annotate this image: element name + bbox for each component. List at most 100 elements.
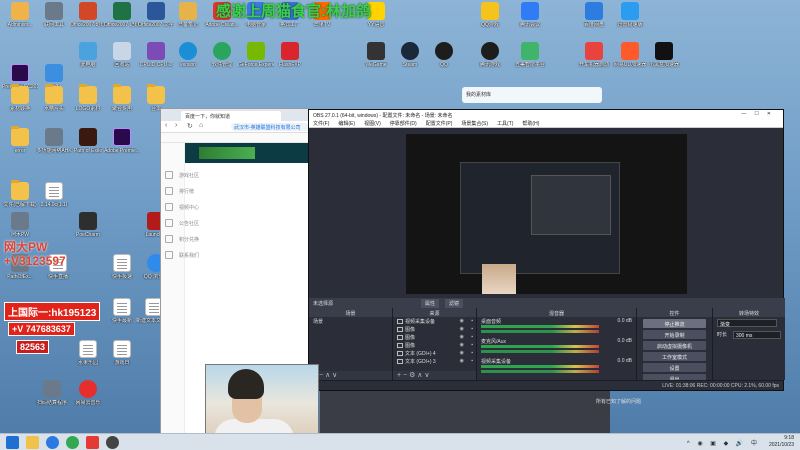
control-button[interactable]: 启动虚拟摄像机 <box>643 341 706 350</box>
site-menu-item[interactable]: 公告社区 <box>161 215 221 231</box>
source-item[interactable]: 文本 (GDI+) 3 ◉ ▪ <box>393 357 476 365</box>
filters-button[interactable]: 滤镜 <box>445 299 464 308</box>
lock-icon[interactable]: ▪ <box>471 326 473 332</box>
desktop-icon[interactable]: Office2007 记灯库 <box>104 2 140 28</box>
floating-toolbar[interactable]: 我的素材库 <box>462 87 602 103</box>
desktop-icon[interactable]: 聚合专用 <box>104 84 140 112</box>
desktop-icon[interactable]: 联网工具 <box>36 2 72 28</box>
obs-menu-item[interactable]: 视图(V) <box>364 121 381 127</box>
source-item[interactable]: 图像 ◉ ▪ <box>393 341 476 349</box>
desktop-icon[interactable]: Steam <box>392 42 428 68</box>
window-controls[interactable]: —☐✕ <box>741 111 779 117</box>
obs-menu-item[interactable]: 停靠部件(D) <box>390 121 417 127</box>
taskbar-obs-icon[interactable] <box>106 436 119 449</box>
desktop-icon[interactable]: 2.14.0c(1.1) <box>36 182 72 208</box>
desktop-icon[interactable]: PoeCharm <box>70 212 106 238</box>
desktop-icon[interactable]: 快手极速 <box>104 254 140 280</box>
desktop-icon[interactable]: 快手最新 <box>104 298 140 324</box>
address-bar[interactable]: 武汉市-英雄联盟科技有限公司 <box>231 123 309 131</box>
desktop-icon[interactable]: Adobe Premie... <box>104 128 140 154</box>
refresh-icon[interactable]: ↻ <box>187 122 193 130</box>
clock[interactable]: 9:18 2021/10/23 <box>769 435 794 449</box>
obs-menu-item[interactable]: 场景集合(S) <box>461 121 488 127</box>
source-item[interactable]: 文本 (GDI+) 4 ◉ ▪ <box>393 349 476 357</box>
desktop-icon[interactable]: QQ <box>426 42 462 68</box>
desktop-icon[interactable]: 网易UU加速器 <box>612 42 648 68</box>
ime-indicator[interactable]: 中 <box>751 441 760 447</box>
desktop-icon[interactable]: 网易云音乐 <box>70 380 106 406</box>
scenes-dock-footer[interactable]: + − ∧ ∨ <box>309 371 392 380</box>
desktop-icon[interactable]: 已备笔记 <box>170 2 206 28</box>
visibility-icon[interactable]: ◉ <box>460 342 464 348</box>
volume-slider[interactable] <box>481 370 599 373</box>
desktop-icon[interactable]: GeForce Experience <box>238 42 274 68</box>
site-menu-item[interactable]: 联系我们 <box>161 247 221 263</box>
site-logo[interactable] <box>199 147 255 159</box>
source-item[interactable]: 图像 ◉ ▪ <box>393 333 476 341</box>
duration-input[interactable]: 300 ms <box>733 331 781 339</box>
desktop-icon[interactable]: CPUID CPU-Z <box>138 42 174 68</box>
desktop-icon[interactable]: 腾讯游戏 <box>472 42 508 68</box>
volume-slider[interactable] <box>481 330 599 333</box>
desktop-icon[interactable]: 游戏日 <box>104 340 140 366</box>
desktop-icon[interactable]: 五美智能平台 <box>512 42 548 68</box>
desktop-icon[interactable]: 回收站 <box>104 42 140 68</box>
desktop-icon[interactable]: Office2007 幻灯片PPT <box>70 2 106 28</box>
system-tray-icons[interactable]: ^ ◉ ▣ ◆ 🔊 中 <box>687 438 760 447</box>
obs-menu-item[interactable]: 文件(F) <box>313 121 329 127</box>
desktop-icon[interactable]: 水精片头 <box>36 84 72 112</box>
browser-tab[interactable]: 百度一下，你就知道 <box>181 111 281 121</box>
desktop-icon[interactable]: 小黑盒加速器 <box>646 42 682 68</box>
back-icon[interactable]: ‹ <box>165 122 167 129</box>
visibility-icon[interactable]: ◉ <box>460 350 464 356</box>
taskbar-browser-icon[interactable] <box>46 436 59 449</box>
obs-window[interactable]: OBS 27.0.1 (64-bit, windows) - 配置文件: 未命名… <box>308 109 785 391</box>
properties-button[interactable]: 属性 <box>421 299 440 308</box>
site-menu-item[interactable]: 视频中心 <box>161 199 221 215</box>
home-icon[interactable]: ⌂ <box>199 122 203 129</box>
desktop-icon[interactable]: 腾讯会议 <box>512 2 548 28</box>
desktop-icon[interactable]: version <box>170 42 206 68</box>
desktop-icon[interactable]: WeGame <box>358 42 394 68</box>
volume-slider[interactable] <box>481 350 599 353</box>
control-button[interactable]: 设置 <box>643 363 706 372</box>
visibility-icon[interactable]: ◉ <box>460 334 464 340</box>
obs-menu-item[interactable]: 工具(T) <box>497 121 513 127</box>
desktop-icon[interactable]: FlashFXP <box>272 42 308 68</box>
lock-icon[interactable]: ▪ <box>471 342 473 348</box>
visibility-icon[interactable]: ◉ <box>460 326 464 332</box>
desktop-icon[interactable]: error <box>2 126 38 154</box>
desktop-icon[interactable]: 阿木PW <box>2 212 38 238</box>
site-menu-item[interactable]: 积分兑换 <box>161 231 221 247</box>
desktop-icon[interactable]: Administr... <box>2 2 38 28</box>
desktop-icon[interactable]: 开车机器启动 <box>576 42 612 68</box>
source-item[interactable]: 视频采集设备 ◉ ▪ <box>393 317 476 325</box>
desktop-icon[interactable]: Office2007 文字 <box>138 2 174 28</box>
lock-icon[interactable]: ▪ <box>471 358 473 364</box>
obs-menu-item[interactable]: 配置文件(P) <box>426 121 453 127</box>
control-button[interactable]: 停止推流 <box>643 319 706 328</box>
control-button[interactable]: 工作室模式 <box>643 352 706 361</box>
lock-icon[interactable]: ▪ <box>471 334 473 340</box>
start-button[interactable] <box>6 436 19 449</box>
desktop-icon[interactable]: 扫码结算程序 <box>34 380 70 406</box>
desktop-icon[interactable]: 素材转换 <box>2 84 38 112</box>
lock-icon[interactable]: ▪ <box>471 318 473 324</box>
control-button[interactable]: 开始录制 <box>643 330 706 339</box>
desktop-icon[interactable]: 文件(已解下载) <box>2 180 38 208</box>
obs-preview[interactable] <box>406 134 687 294</box>
desktop-icon[interactable]: QQ游戏 <box>472 2 508 28</box>
desktop-icon[interactable]: Path of Exile <box>70 128 106 154</box>
site-menu-item[interactable]: 游戏社区 <box>161 167 221 183</box>
desktop-icon[interactable]: 多功能网络AHK <box>36 128 72 154</box>
obs-menu-item[interactable]: 编辑(E) <box>338 121 355 127</box>
scene-item[interactable]: 场景 <box>309 317 392 325</box>
visibility-icon[interactable]: ◉ <box>460 318 464 324</box>
sources-dock-footer[interactable]: + − ⚙ ∧ ∨ <box>393 371 476 380</box>
site-menu-item[interactable]: 排行榜 <box>161 183 221 199</box>
desktop-icon[interactable]: 百度网盘 <box>576 2 612 28</box>
taskbar-chrome-icon[interactable] <box>66 436 79 449</box>
taskbar-explorer-icon[interactable] <box>26 436 39 449</box>
source-item[interactable]: 图像 ◉ ▪ <box>393 325 476 333</box>
desktop-icon[interactable]: 迅雷极速版 <box>612 2 648 28</box>
